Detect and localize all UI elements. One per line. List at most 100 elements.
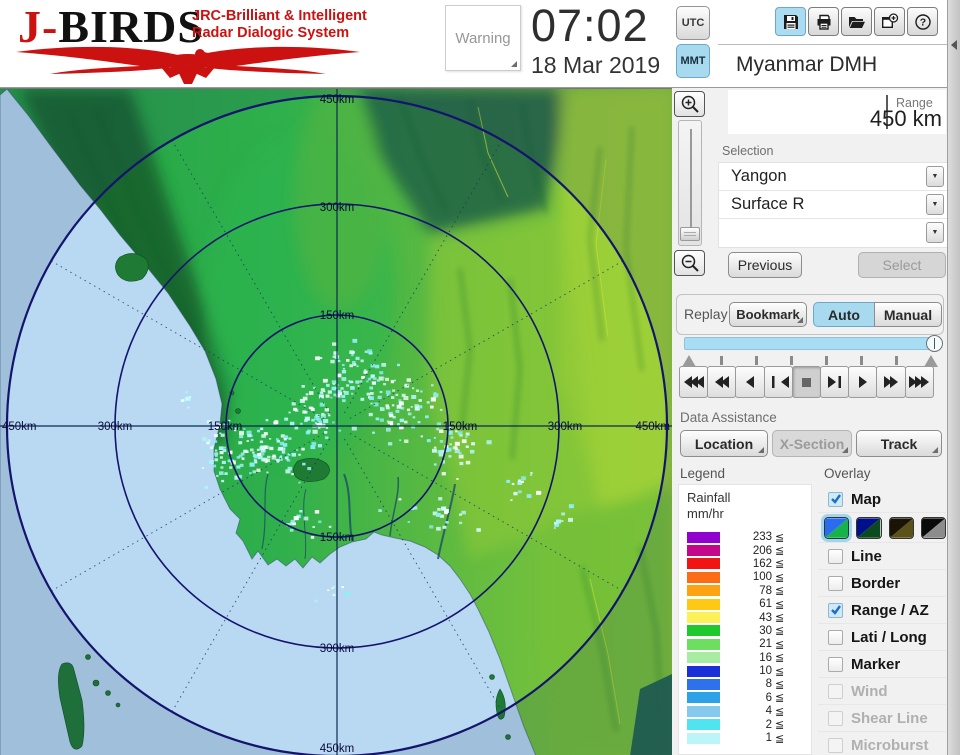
selection-dropdown-3[interactable]: ▼ <box>719 219 947 247</box>
manual-button[interactable]: Manual <box>874 302 942 327</box>
overlay-item-marker[interactable]: Marker <box>818 651 946 678</box>
legend-color-swatch <box>687 625 720 637</box>
overlay-header: Overlay <box>824 466 871 481</box>
help-icon: ? <box>914 13 931 30</box>
zoom-slider-handle[interactable] <box>680 227 700 241</box>
track-button[interactable]: Track <box>856 430 942 457</box>
selection-dropdown-2[interactable]: Surface R ▼ <box>719 191 947 219</box>
ring-label: 300km <box>320 202 355 214</box>
open-folder-button[interactable] <box>841 7 872 36</box>
zoom-out-button[interactable] <box>674 250 705 276</box>
auto-button[interactable]: Auto <box>813 302 875 327</box>
stepback-icon <box>772 376 790 388</box>
overlay-item-shear-line[interactable]: Shear Line <box>818 705 946 732</box>
map-style-swatch[interactable] <box>820 513 853 542</box>
header-separator <box>718 44 950 45</box>
checkbox[interactable] <box>828 737 843 753</box>
menu-corner-icon <box>842 447 848 453</box>
legend-value: 10 <box>759 665 772 678</box>
jbirds-logo: J-BIRDS JRC-Brilliant & Intelligent Rada… <box>10 2 370 86</box>
legend-color-swatch <box>687 719 720 731</box>
tick <box>790 356 793 365</box>
ring-label: 300km <box>548 421 583 433</box>
legend-row: 30 ≦ <box>679 624 811 637</box>
legend-color-swatch <box>687 652 720 664</box>
station-name: Myanmar DMH <box>728 48 950 82</box>
overlay-item-lati-long[interactable]: Lati / Long <box>818 624 946 651</box>
print-button[interactable] <box>808 7 839 36</box>
map-style-swatch[interactable] <box>920 516 946 539</box>
select-button[interactable]: Select <box>858 252 946 278</box>
chevron-down-icon[interactable]: ▼ <box>926 194 944 215</box>
tick <box>895 356 898 365</box>
legend-operator: ≦ <box>775 558 785 571</box>
playback-stop-button[interactable] <box>791 366 821 398</box>
radar-map[interactable]: 450km 300km 150km 150km 300km 450km 450km 300km… <box>0 88 672 755</box>
overlay-item-wind[interactable]: Wind <box>818 678 946 705</box>
overlay-item-microburst[interactable]: Microburst <box>818 732 946 755</box>
playback-back-button[interactable] <box>735 366 765 398</box>
overlay-item-label: Microburst <box>851 736 929 754</box>
ring-label: 450km <box>2 421 37 433</box>
replay-timeline-slider[interactable] <box>684 335 943 352</box>
chevron-down-icon[interactable]: ▼ <box>926 166 944 187</box>
checkbox[interactable] <box>828 656 843 672</box>
control-panel: Range 450 km Selection Yangon ▼ Surface R… <box>672 88 948 755</box>
checkbox[interactable] <box>828 575 843 591</box>
save-button[interactable] <box>775 7 806 36</box>
mmt-button[interactable]: MMT <box>676 44 710 78</box>
x-section-button[interactable]: X-Section <box>772 430 852 457</box>
legend-operator: ≦ <box>775 665 785 678</box>
new-window-button[interactable] <box>874 7 905 36</box>
playback-play-button[interactable] <box>848 366 878 398</box>
legend-color-swatch <box>687 585 720 597</box>
zoom-in-button[interactable] <box>674 91 705 117</box>
legend-value: 16 <box>759 651 772 664</box>
map-style-swatch[interactable] <box>888 516 914 539</box>
playback-stepback-button[interactable] <box>763 366 793 398</box>
ring-label: 450km <box>635 421 670 433</box>
playback-fwd2-button[interactable] <box>876 366 906 398</box>
checkbox[interactable] <box>828 548 843 564</box>
help-button[interactable]: ? <box>907 7 938 36</box>
ring-label: 300km <box>98 421 133 433</box>
overlay-item-line[interactable]: Line <box>818 543 946 570</box>
checkbox[interactable] <box>828 683 843 699</box>
tick <box>755 356 758 365</box>
legend-operator: ≦ <box>775 625 785 638</box>
checkbox[interactable] <box>828 710 843 726</box>
checkbox[interactable] <box>828 602 843 618</box>
legend-value: 30 <box>759 624 772 637</box>
overlay-item-label: Range / AZ <box>851 601 929 619</box>
zoom-slider[interactable] <box>678 120 702 246</box>
legend-operator: ≦ <box>775 571 785 584</box>
overlay-item-range-az[interactable]: Range / AZ <box>818 597 946 624</box>
playback-rew2-button[interactable] <box>707 366 737 398</box>
previous-button[interactable]: Previous <box>728 252 802 278</box>
chevron-down-icon[interactable]: ▼ <box>926 222 944 243</box>
map-style-swatch[interactable] <box>856 516 882 539</box>
location-button[interactable]: Location <box>680 430 768 457</box>
overlay-item-label: Lati / Long <box>851 628 927 646</box>
playback-rew3-button[interactable] <box>679 366 709 398</box>
range-value: 450 km <box>869 106 942 131</box>
legend-value: 2 <box>765 718 772 731</box>
overlay-item-map[interactable]: Map <box>818 486 946 513</box>
panel-splitter[interactable] <box>947 0 960 755</box>
bookmark-label: Bookmark <box>736 307 800 322</box>
ring-label: 300km <box>320 643 355 655</box>
playback-fwd3-button[interactable] <box>904 366 934 398</box>
legend-color-swatch <box>687 598 720 610</box>
selection-dropdown-1[interactable]: Yangon ▼ <box>719 163 947 191</box>
legend-color-swatch <box>687 571 720 583</box>
replay-slider-handle[interactable] <box>926 335 943 352</box>
new-window-icon <box>882 12 899 28</box>
utc-button[interactable]: UTC <box>676 6 710 40</box>
bookmark-button[interactable]: Bookmark <box>729 302 807 327</box>
playback-stepfwd-button[interactable] <box>819 366 850 398</box>
menu-corner-icon <box>758 447 764 453</box>
overlay-item-border[interactable]: Border <box>818 570 946 597</box>
checkbox[interactable] <box>828 491 843 507</box>
checkbox[interactable] <box>828 629 843 645</box>
warning-button[interactable]: Warning <box>445 5 521 71</box>
